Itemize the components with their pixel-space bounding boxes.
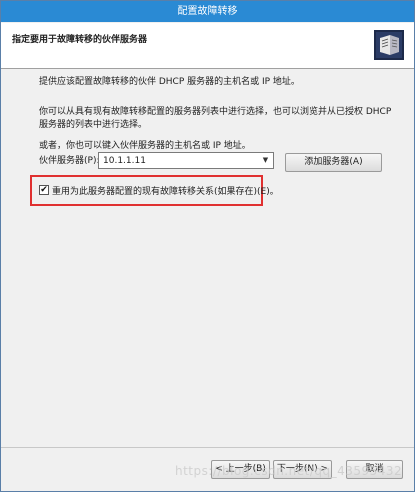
header-title: 指定要用于故障转移的伙伴服务器 bbox=[12, 35, 148, 45]
partner-server-combobox[interactable]: 10.1.1.11 ▼ bbox=[98, 152, 274, 169]
choose-text-line2: 服务器的列表中进行选择。 bbox=[39, 120, 148, 130]
server-wizard-icon bbox=[374, 30, 404, 60]
intro-text: 提供应该配置故障转移的伙伴 DHCP 服务器的主机名或 IP 地址。 bbox=[39, 77, 300, 87]
wizard-header: 指定要用于故障转移的伙伴服务器 bbox=[1, 23, 414, 69]
reuse-relationship-checkbox[interactable]: ✔ bbox=[39, 185, 49, 195]
watermark-text: https://blog.csdn.net/qq_43595432 bbox=[175, 464, 403, 478]
partner-server-value: 10.1.1.11 bbox=[103, 156, 146, 166]
configure-failover-dialog: 配置故障转移 指定要用于故障转移的伙伴服务器 提供应该配置故障转移的伙伴 DHC… bbox=[0, 0, 415, 492]
add-server-button[interactable]: 添加服务器(A) bbox=[285, 153, 382, 172]
reuse-relationship-label[interactable]: 重用为此服务器配置的现有故障转移关系(如果存在)(E)。 bbox=[52, 184, 279, 197]
dialog-title: 配置故障转移 bbox=[1, 1, 414, 22]
choose-text-line1: 你可以从具有现有故障转移配置的服务器列表中进行选择，也可以浏览并从已授权 DHC… bbox=[39, 107, 392, 117]
partner-server-label: 伙伴服务器(P): bbox=[39, 156, 100, 166]
or-enter-text: 或者，你也可以键入伙伴服务器的主机名或 IP 地址。 bbox=[39, 141, 251, 151]
chevron-down-icon[interactable]: ▼ bbox=[259, 154, 272, 167]
